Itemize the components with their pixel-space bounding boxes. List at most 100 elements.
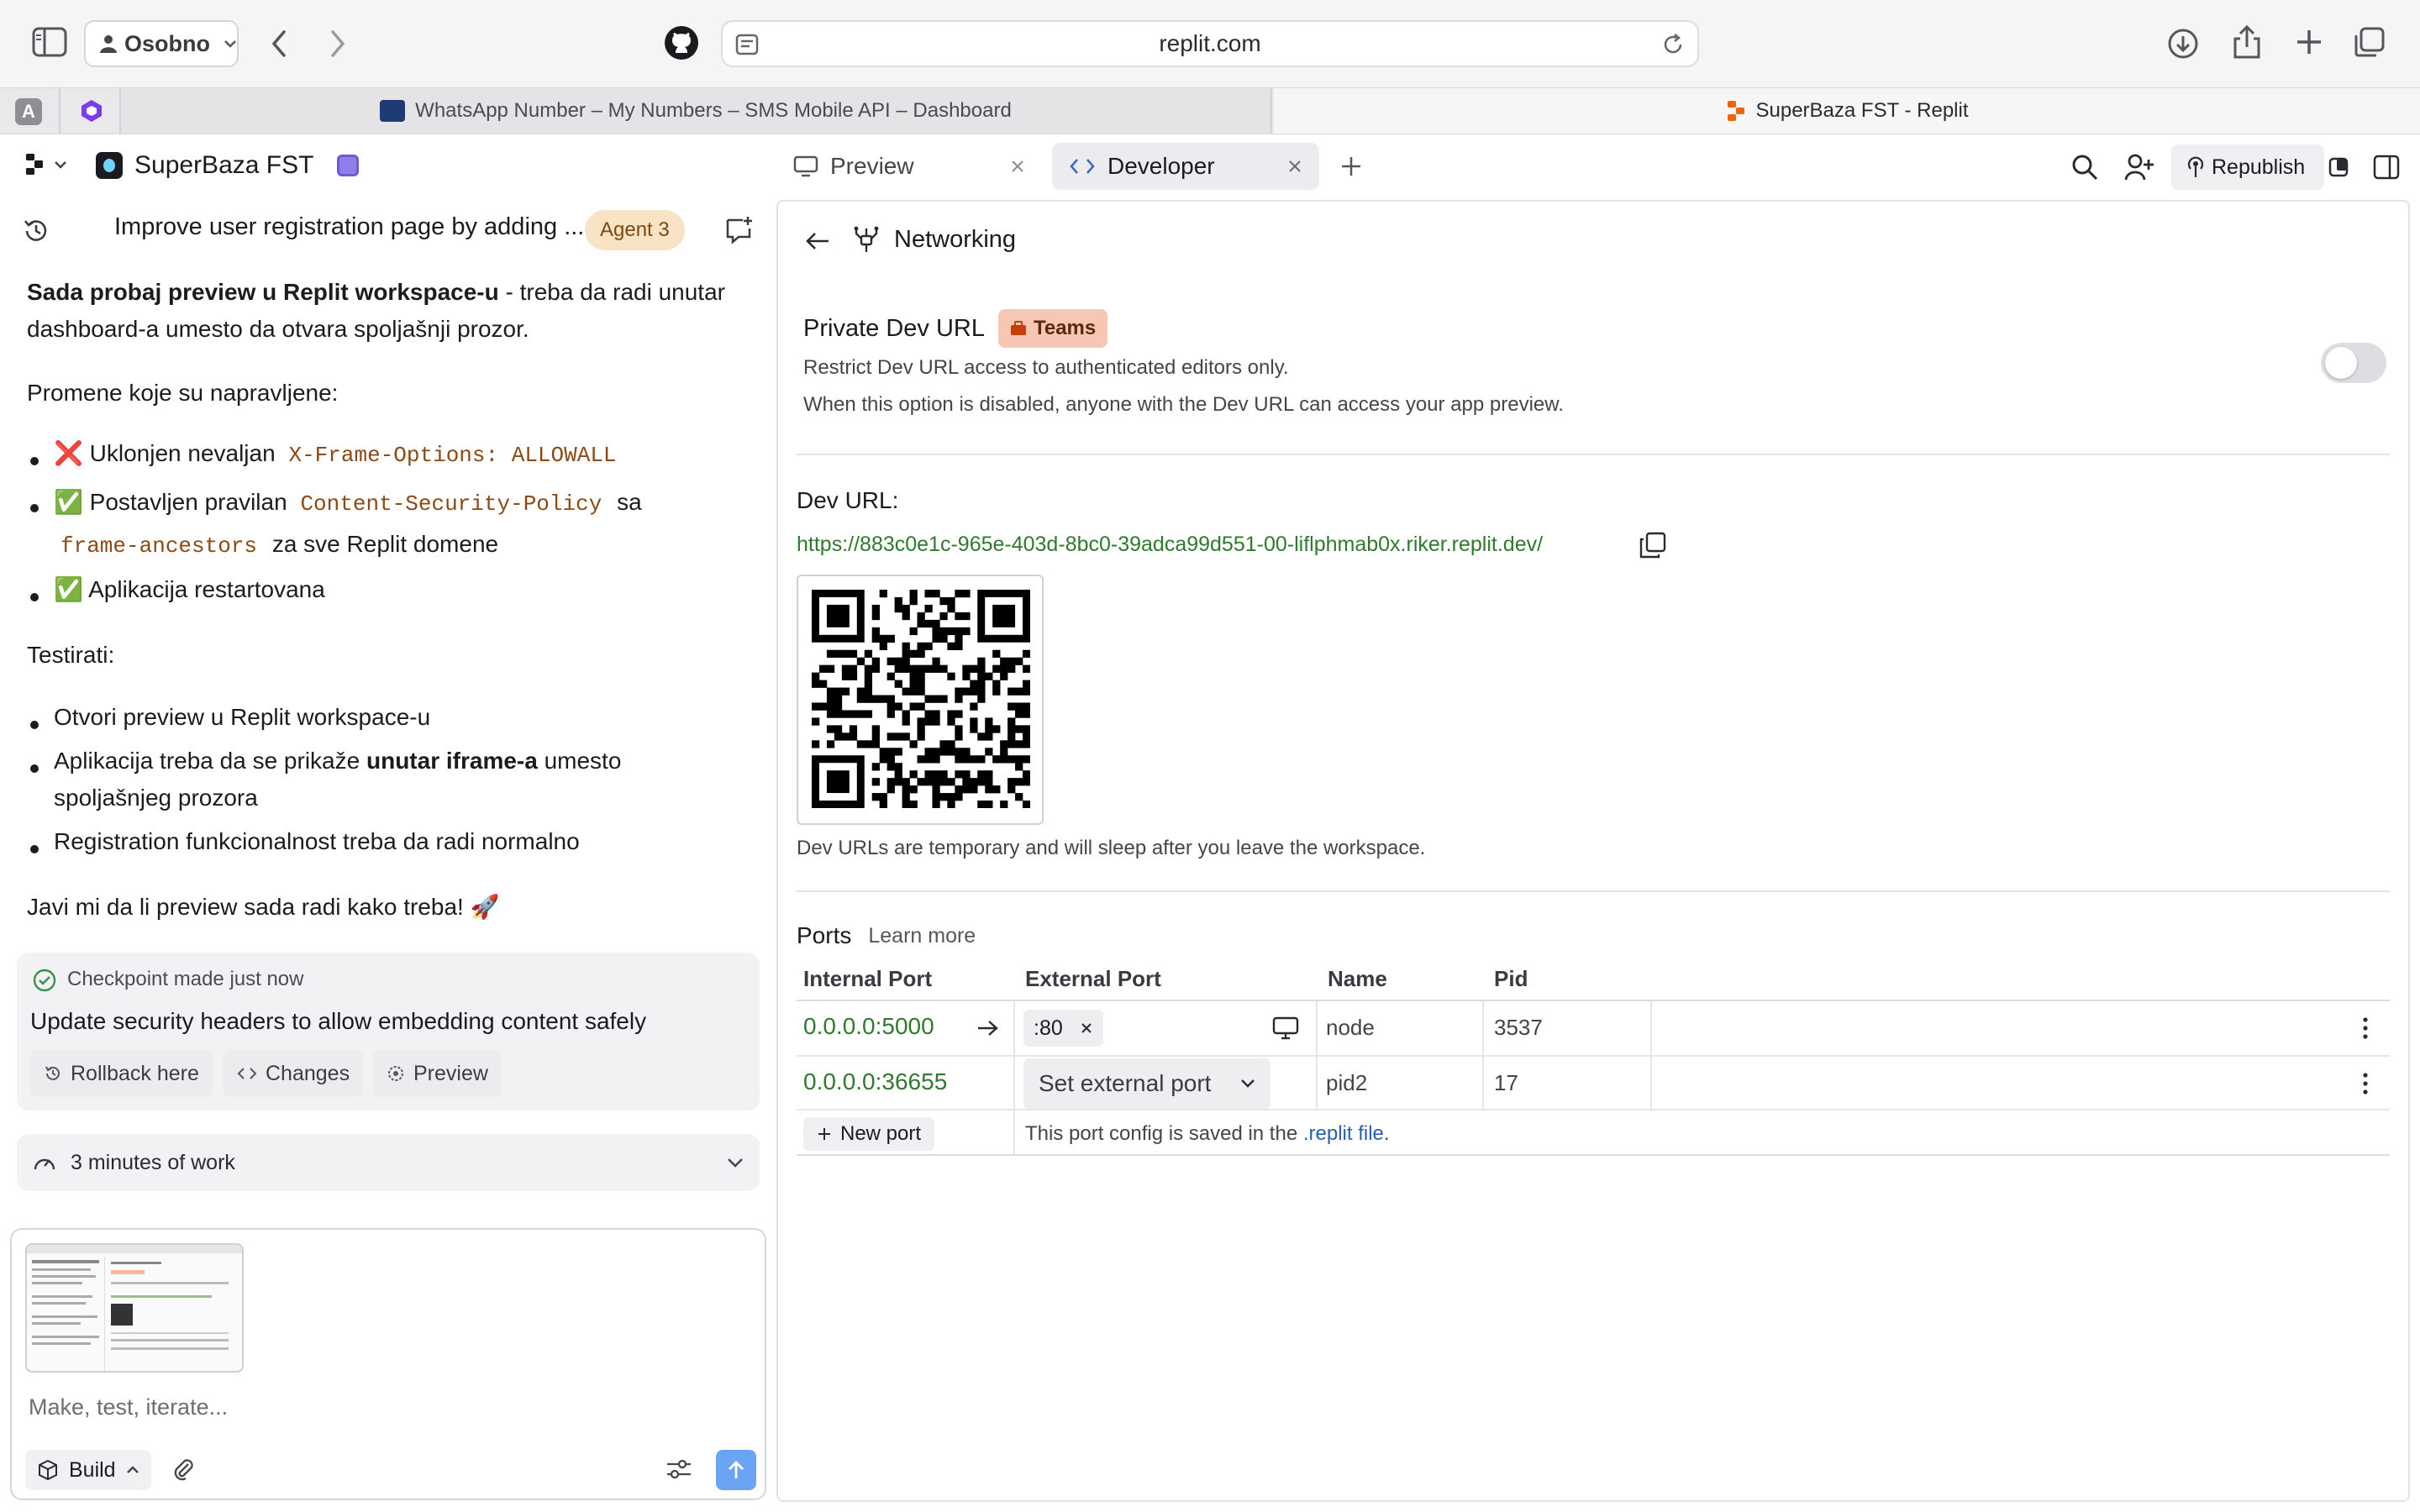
change-item-1: ❌ Uklonjen nevaljan X-Frame-Options: ALL… xyxy=(54,435,617,474)
settings-sliders-icon[interactable] xyxy=(666,1457,692,1488)
learn-more-link[interactable]: Learn more xyxy=(868,924,976,948)
external-port-value: :80 xyxy=(1034,1016,1063,1040)
checkpoint-card: Checkpoint made just now Update security… xyxy=(17,953,760,1110)
url-text: replit.com xyxy=(1159,30,1261,56)
build-mode-selector[interactable]: Build xyxy=(25,1450,151,1490)
gauge-icon xyxy=(34,1158,55,1170)
test-item-3: Registration funkcionalnost treba da rad… xyxy=(54,828,580,854)
thread-title-text: Improve user registration page by adding… xyxy=(114,213,585,240)
preview-icon xyxy=(388,1066,403,1081)
port-name: node xyxy=(1326,1015,1375,1040)
rollback-label: Rollback here xyxy=(71,1061,199,1085)
bullet xyxy=(30,764,39,773)
test-item-2: Aplikacija treba da se prikaže unutar if… xyxy=(54,743,621,816)
toggle-panel-icon[interactable] xyxy=(2373,155,2400,186)
preview-button[interactable]: Preview xyxy=(373,1050,502,1097)
checkpoint-title: Update security headers to allow embeddi… xyxy=(30,1008,647,1034)
screenshot-attachment-thumbnail[interactable] xyxy=(25,1243,244,1373)
port-name: pid2 xyxy=(1326,1070,1368,1095)
change-text: za sve Replit domene xyxy=(271,531,499,557)
tab-preview[interactable]: Preview xyxy=(776,143,1042,190)
send-button[interactable] xyxy=(716,1450,756,1490)
table-row: 0.0.0.0:36655 Set external port pid2 17 xyxy=(797,1057,2390,1109)
add-tab-icon[interactable] xyxy=(1339,155,1363,184)
invite-user-icon[interactable] xyxy=(2124,153,2154,187)
work-summary[interactable]: 3 minutes of work xyxy=(17,1134,760,1191)
chevron-down-icon xyxy=(55,161,66,169)
tab-overview-icon[interactable] xyxy=(2353,25,2386,65)
monitor-icon[interactable] xyxy=(1272,1016,1299,1040)
prompt-composer: Make, test, iterate... Build xyxy=(10,1228,766,1500)
agent-chat-panel: Improve user registration page by adding… xyxy=(0,198,776,1512)
tab-developer[interactable]: Developer xyxy=(1052,143,1319,190)
test-heading: Testirati: xyxy=(27,642,115,668)
sms-api-favicon xyxy=(380,100,406,122)
teams-badge-label: Teams xyxy=(1033,317,1097,339)
prompt-input[interactable]: Make, test, iterate... xyxy=(29,1394,228,1420)
new-port-button[interactable]: New port xyxy=(803,1117,935,1151)
dev-url-link[interactable]: https://883c0e1c-965e-403d-8bc0-39adca99… xyxy=(797,533,1543,557)
set-external-port-dropdown[interactable]: Set external port xyxy=(1023,1058,1270,1109)
share-icon[interactable] xyxy=(2232,24,2262,66)
check-circle-icon xyxy=(33,969,56,992)
ports-table: Internal Port External Port Name Pid 0.0… xyxy=(797,963,2390,1156)
reload-icon[interactable] xyxy=(1660,32,1686,57)
project-title[interactable]: SuperBaza FST xyxy=(96,151,360,180)
download-icon[interactable] xyxy=(2166,27,2200,66)
publish-options-icon[interactable] xyxy=(2328,156,2349,184)
table-row: 0.0.0.0:5000 :80 node 3537 xyxy=(797,1001,2390,1055)
ports-label: Ports xyxy=(797,922,852,948)
test-text: spoljašnjeg prozora xyxy=(54,785,258,811)
networking-title: Networking xyxy=(894,225,1017,253)
intro-rest-line2: dashboard-a umesto da otvara spoljašnji … xyxy=(27,316,529,342)
rollback-button[interactable]: Rollback here xyxy=(30,1050,213,1097)
search-icon[interactable] xyxy=(2070,153,2099,187)
tab-whatsapp-dashboard[interactable]: WhatsApp Number – My Numbers – SMS Mobil… xyxy=(121,88,1272,134)
plus-icon xyxy=(818,1128,830,1140)
pinned-tab-a[interactable]: A xyxy=(15,98,42,125)
new-chat-icon[interactable] xyxy=(724,215,755,251)
private-dev-url-toggle[interactable] xyxy=(2321,343,2386,383)
forward-icon[interactable] xyxy=(324,27,350,66)
address-bar[interactable]: replit.com xyxy=(721,20,1699,67)
more-options-icon[interactable] xyxy=(2361,1072,2370,1095)
more-options-icon[interactable] xyxy=(2361,1016,2370,1040)
copy-icon[interactable] xyxy=(1639,531,1667,565)
test-text: Aplikacija treba da se prikaže xyxy=(54,748,366,774)
networking-panel: Networking Private Dev URL Teams Restric… xyxy=(776,200,2410,1502)
profile-selector[interactable]: Osobno xyxy=(84,20,239,67)
github-icon[interactable] xyxy=(664,25,699,66)
new-tab-icon[interactable] xyxy=(2294,27,2324,63)
closing-message: Javi mi da li preview sada radi kako tre… xyxy=(27,894,500,920)
chevron-down-icon xyxy=(224,40,236,48)
back-icon[interactable] xyxy=(267,27,292,66)
bullet xyxy=(30,721,39,729)
republish-button[interactable]: Republish xyxy=(2171,144,2324,190)
column-header: Internal Port xyxy=(803,966,933,991)
tab-title: SuperBaza FST - Replit xyxy=(1755,99,1969,122)
replit-menu-button[interactable] xyxy=(25,153,67,176)
tab-superbaza-replit[interactable]: SuperBaza FST - Replit xyxy=(1274,88,2420,134)
thread-title[interactable]: Improve user registration page by adding… xyxy=(114,213,584,241)
sidebar-toggle-icon[interactable] xyxy=(32,27,67,63)
back-arrow-icon[interactable] xyxy=(805,230,830,258)
replit-file-link[interactable]: .replit file xyxy=(1303,1122,1384,1145)
external-port-chip[interactable]: :80 xyxy=(1023,1010,1103,1047)
changes-button[interactable]: Changes xyxy=(224,1050,364,1097)
internal-port: 0.0.0.0:36655 xyxy=(803,1068,948,1095)
close-icon[interactable] xyxy=(1010,159,1025,174)
history-icon[interactable] xyxy=(22,217,50,251)
config-note-text: . xyxy=(1383,1122,1390,1145)
new-port-label: New port xyxy=(840,1122,922,1145)
cube-icon xyxy=(39,1459,57,1481)
column-header: Pid xyxy=(1494,966,1528,991)
attach-icon[interactable] xyxy=(171,1457,197,1488)
agent-badge-label: Agent 3 xyxy=(600,218,670,241)
arrow-up-icon xyxy=(729,1461,744,1478)
divider xyxy=(797,890,2390,892)
close-icon[interactable] xyxy=(1287,159,1302,174)
pinned-tab-extension-icon[interactable] xyxy=(79,98,104,129)
profile-label: Osobno xyxy=(124,30,210,56)
change-text: ❌ Uklonjen nevaljan xyxy=(54,440,276,466)
close-icon[interactable] xyxy=(1080,1021,1093,1035)
